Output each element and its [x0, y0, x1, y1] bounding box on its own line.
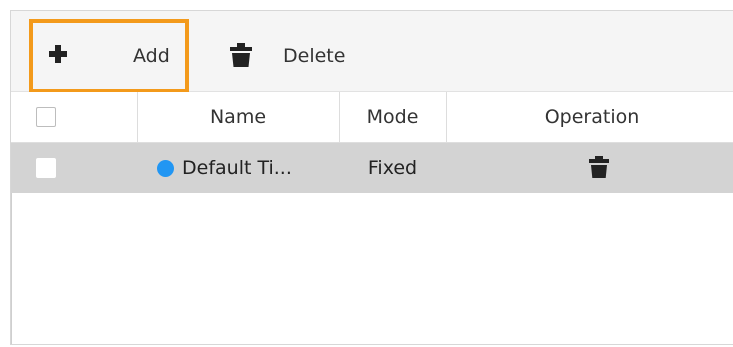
column-header-operation[interactable]: Operation [447, 92, 733, 142]
table-header: Name Mode Operation [11, 92, 733, 143]
plus-icon [49, 45, 67, 63]
toolbar: Add Delete [11, 11, 733, 93]
status-dot-icon [157, 159, 174, 177]
panel-left-border [11, 193, 12, 344]
row-checkbox[interactable] [36, 158, 56, 178]
trash-icon [230, 43, 252, 67]
row-name-cell: Default Ti... [157, 143, 339, 193]
column-header-mode[interactable]: Mode [340, 92, 445, 142]
add-button[interactable]: Add [30, 11, 185, 91]
add-button-label: Add [133, 45, 170, 67]
table-row[interactable]: Default Ti... Fixed [11, 143, 733, 193]
schedule-panel: Add Delete Name Mode Operation Default T… [10, 10, 733, 345]
column-header-name[interactable]: Name [138, 92, 338, 142]
select-all-checkbox[interactable] [36, 107, 56, 127]
delete-button[interactable]: Delete [216, 11, 376, 91]
delete-row-trash-icon[interactable] [589, 156, 609, 178]
row-name: Default Ti... [182, 157, 292, 179]
delete-button-label: Delete [283, 45, 346, 67]
row-mode: Fixed [367, 157, 418, 179]
